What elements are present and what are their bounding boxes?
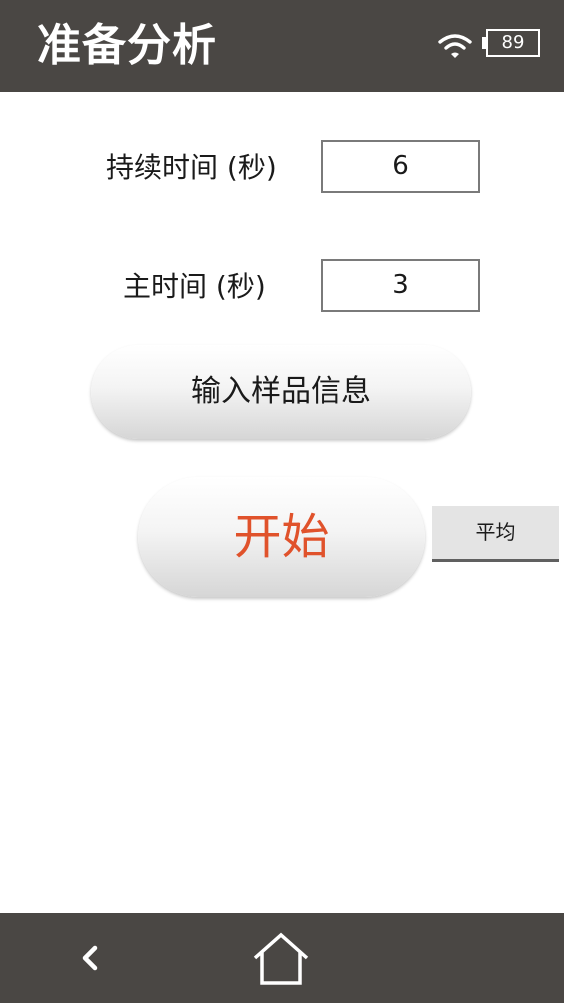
battery-level: 89	[501, 32, 525, 53]
navigation-bar	[0, 913, 564, 1003]
sample-info-button[interactable]: 输入样品信息	[91, 345, 471, 439]
start-button[interactable]: 开始	[138, 477, 425, 597]
chevron-left-icon[interactable]	[72, 939, 108, 977]
duration-input[interactable]: 6	[321, 140, 480, 193]
main-time-input[interactable]: 3	[321, 259, 480, 312]
page-title: 准备分析	[37, 20, 217, 71]
app-bar: 准备分析 89	[0, 0, 564, 92]
main-time-label: 主时间 (秒)	[123, 270, 266, 303]
duration-label: 持续时间 (秒)	[106, 151, 277, 184]
wifi-icon	[438, 34, 472, 58]
average-button[interactable]: 平均	[432, 506, 559, 562]
battery-indicator: 89	[482, 29, 542, 61]
home-icon[interactable]	[251, 931, 311, 987]
